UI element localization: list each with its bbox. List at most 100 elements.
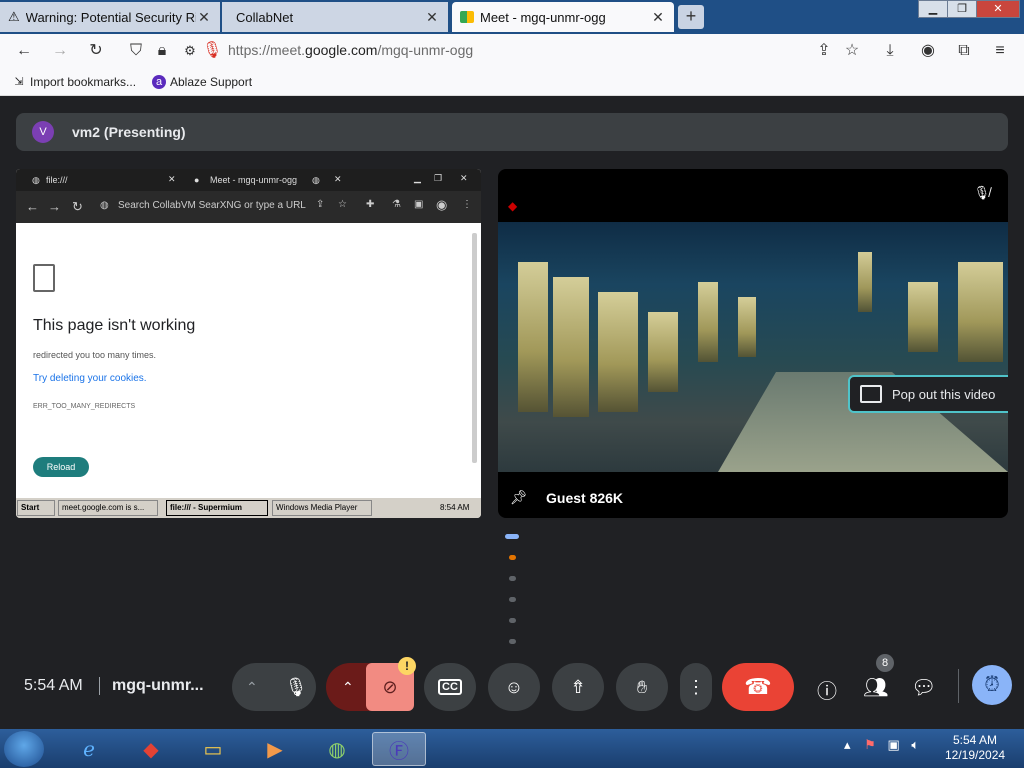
system-clock[interactable]: 5:54 AM 12/19/2024 — [945, 733, 1005, 763]
hand-icon: ✋︎ — [636, 676, 648, 697]
action-center-icon[interactable]: ⚑ — [864, 737, 876, 752]
forward-arrow-icon[interactable]: → — [50, 41, 70, 61]
page-dot-active[interactable] — [505, 534, 519, 539]
forward-arrow-icon: → — [48, 199, 61, 214]
taskbar-clock: 8:54 AM — [440, 503, 470, 512]
account-icon[interactable]: ◉ — [918, 41, 938, 61]
bookmark-star-icon[interactable]: ☆ — [842, 41, 862, 61]
people-icon[interactable]: 👥︎ — [863, 675, 888, 700]
tab-meet[interactable]: Meet - mgq-unmr-ogg ✕ — [452, 2, 674, 32]
meet-area: V vm2 (Presenting) ◍ file:/// ✕ ● Meet -… — [0, 97, 1024, 729]
more-options-button[interactable]: ⋮ — [680, 663, 712, 711]
shared-windows-taskbar: Start meet.google.com is s... file:/// -… — [16, 497, 481, 518]
chevron-up-icon[interactable]: ⌃ — [342, 679, 354, 696]
windows-taskbar: ℯ ◆ ▭ ▶ ◍ Ⓕ ▴ ⚑ ▣ 🔈︎ 5:54 AM 12/19/2024 — [0, 729, 1024, 768]
download-icon[interactable]: ⤓ — [880, 41, 900, 61]
app-icon[interactable]: ◆ — [124, 732, 178, 766]
tab-security-warning[interactable]: ⚠ Warning: Potential Security Risk ✕ — [0, 2, 220, 32]
back-arrow-icon[interactable]: ← — [14, 41, 34, 61]
import-icon: ⇲ — [14, 76, 24, 88]
star-icon: ☆ — [338, 199, 347, 210]
chat-icon[interactable]: 💬︎ — [911, 675, 936, 700]
minimize-button[interactable]: ▁ — [918, 0, 948, 18]
close-icon: ✕ — [334, 174, 342, 184]
bookmark-import[interactable]: ⇲ Import bookmarks... — [12, 75, 136, 89]
meeting-time: 5:54 AM — [24, 677, 83, 694]
tab-collabnet[interactable]: CollabNet ✕ — [222, 2, 448, 32]
participant-video-tile[interactable]: 🎙︎̸ ◆ Pop out this video 📌︎ Guest 826K — [498, 169, 1008, 518]
chevron-up-icon[interactable]: ▴ — [844, 737, 851, 752]
shared-tab-label: file:/// — [46, 175, 68, 185]
meeting-code: mgq-unmr... — [112, 677, 204, 694]
raise-hand-button[interactable]: ✋︎ — [616, 663, 668, 711]
flask-icon: ⚗ — [392, 199, 401, 210]
window-close-button[interactable]: ✕ — [976, 0, 1020, 18]
account-icon: ◉ — [436, 197, 448, 212]
start-button[interactable] — [4, 731, 44, 767]
extensions-icon[interactable]: ⧉ — [954, 41, 974, 61]
tab-title: Warning: Potential Security Risk — [25, 9, 196, 25]
shield-icon[interactable]: ⛉ — [126, 41, 146, 61]
present-button[interactable]: ⇮ — [552, 663, 604, 711]
page-dot[interactable] — [509, 576, 516, 581]
bookmark-ablaze[interactable]: a Ablaze Support — [152, 75, 252, 89]
page-dot[interactable] — [509, 555, 516, 560]
close-icon[interactable]: ✕ — [424, 9, 440, 26]
close-icon[interactable]: ✕ — [196, 9, 212, 26]
lock-icon[interactable]: 🔒︎ — [152, 41, 172, 61]
taskbar-item: meet.google.com is s... — [58, 500, 158, 516]
audio-control-group: ⌃ 🎙︎ — [232, 663, 316, 711]
menu-icon[interactable]: ≡ — [990, 41, 1010, 61]
clock-time: 5:54 AM — [952, 733, 998, 747]
internet-explorer-icon[interactable]: ℯ — [62, 732, 116, 766]
chevron-up-icon[interactable]: ⌃ — [246, 679, 258, 696]
taskbar-item: Windows Media Player — [272, 500, 372, 516]
screen-share-tile[interactable]: ◍ file:/// ✕ ● Meet - mgq-unmr-ogg ◍ ✕ ▁… — [16, 169, 481, 518]
close-icon: ✕ — [168, 174, 176, 184]
minimize-icon: ▁ — [414, 173, 421, 183]
share-icon[interactable]: ⇪ — [814, 41, 834, 61]
new-tab-button[interactable]: + — [678, 5, 704, 29]
globe-app-icon[interactable]: ◍ — [310, 732, 364, 766]
reload-icon[interactable]: ↻ — [86, 41, 106, 61]
url-bar[interactable]: https://meet.google.com/mgq-unmr-ogg — [228, 42, 473, 58]
emoji-button[interactable]: ☺ — [488, 663, 540, 711]
folder-icon[interactable]: ▭ — [186, 732, 240, 766]
activities-alarm-icon[interactable]: ⏰︎ — [972, 665, 1012, 705]
warning-icon: ⚠ — [8, 9, 20, 24]
microphone-icon[interactable]: 🎙︎ — [202, 41, 222, 61]
camera-off-icon: ⊘ — [382, 676, 398, 697]
hang-up-icon: ☎︎ — [744, 674, 772, 699]
pop-out-video-button[interactable]: Pop out this video — [848, 375, 1008, 413]
meet-icon — [460, 11, 474, 23]
permissions-icon[interactable]: ⚙ — [180, 41, 200, 61]
logo-icon: ◆ — [508, 199, 518, 213]
pin-icon[interactable]: 📌︎ — [510, 489, 528, 506]
leave-call-button[interactable]: ☎︎ — [722, 663, 794, 711]
error-message: redirected you too many times. — [33, 350, 157, 360]
floorp-browser-icon[interactable]: Ⓕ — [372, 732, 426, 766]
page-dot[interactable] — [509, 597, 516, 602]
page-dot[interactable] — [509, 618, 516, 623]
captions-button[interactable]: CC — [424, 663, 476, 711]
captions-icon: CC — [438, 679, 462, 695]
more-vertical-icon: ⋮ — [687, 676, 705, 697]
sad-page-icon — [33, 264, 55, 292]
close-icon[interactable]: ✕ — [650, 9, 666, 26]
media-player-icon[interactable]: ▶ — [248, 732, 302, 766]
network-icon[interactable]: ▣ — [887, 737, 899, 752]
scrollbar — [472, 233, 477, 463]
globe-icon: ◍ — [100, 200, 109, 211]
bookmarks-bar: ⇲ Import bookmarks... a Ablaze Support — [0, 68, 1024, 96]
navigation-bar: ← → ↻ ⛉ 🔒︎ ⚙ 🎙︎ https://meet.google.com/… — [0, 34, 1024, 68]
shared-omnibox: Search CollabVM SearXNG or type a URL — [118, 200, 306, 211]
emoji-icon: ☺ — [504, 676, 524, 697]
microphone-icon[interactable]: 🎙︎ — [282, 673, 310, 701]
start-button: Start — [17, 500, 55, 516]
info-icon[interactable]: ⓘ — [815, 675, 839, 704]
restore-button[interactable]: ❐ — [947, 0, 977, 18]
error-heading: This page isn't working — [33, 317, 196, 334]
page-dot[interactable] — [509, 639, 516, 644]
volume-icon[interactable]: 🔈︎ — [911, 737, 919, 752]
sidepanel-icon: ▣ — [414, 199, 424, 210]
